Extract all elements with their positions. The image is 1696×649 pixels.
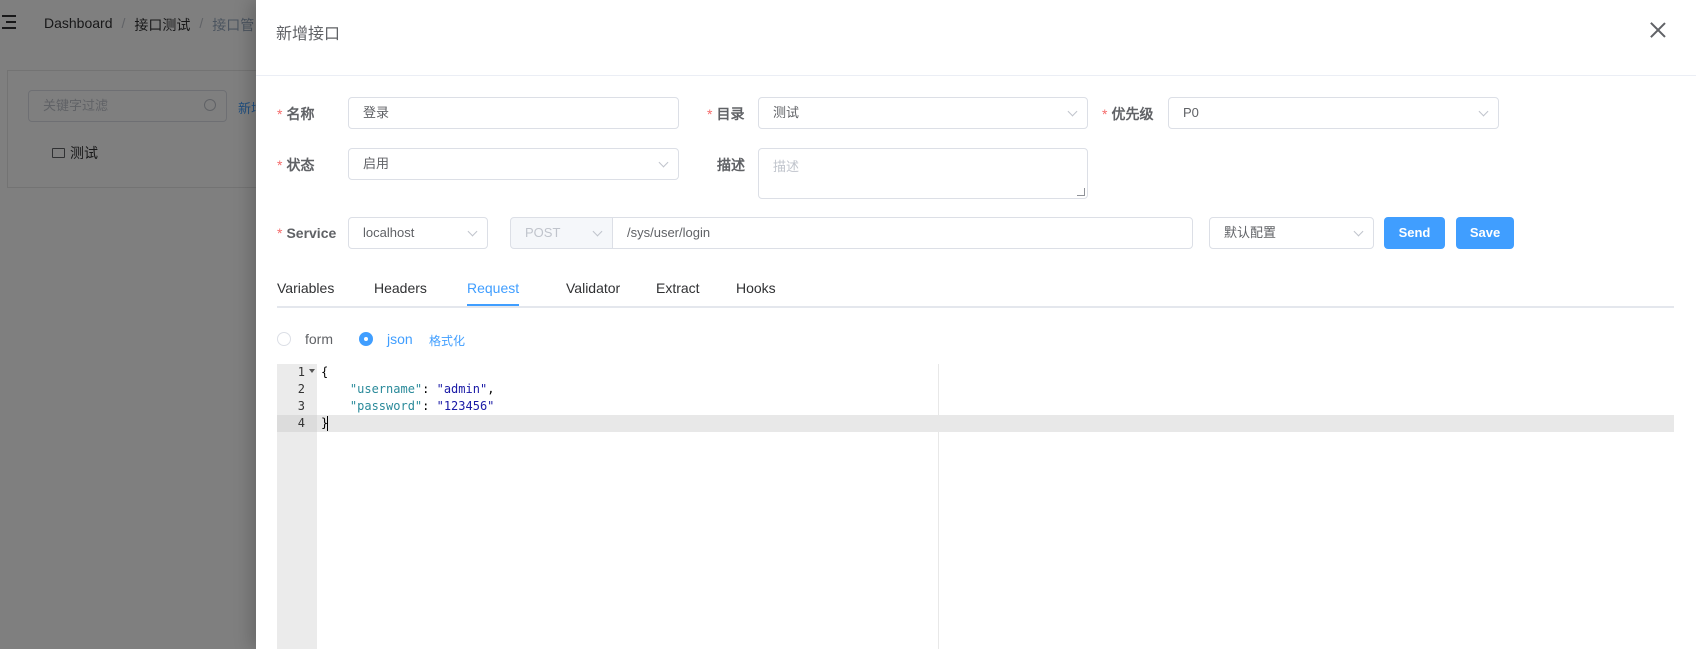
radio-icon bbox=[277, 332, 291, 346]
line-number: 4 bbox=[297, 416, 305, 430]
add-api-drawer: 新增接口 * 名称 登录 * 目录 测试 * 优先级 P0 * 状态 启用 描述 描述 … bbox=[256, 0, 1696, 649]
status-select[interactable]: 启用 bbox=[348, 148, 679, 180]
tab-bar: Variables Headers Request Validator Extr… bbox=[277, 270, 1674, 308]
drawer-header: 新增接口 bbox=[256, 0, 1696, 76]
tab-validator[interactable]: Validator bbox=[566, 280, 620, 296]
active-tab-indicator bbox=[467, 304, 519, 306]
line-number: 3 bbox=[297, 399, 305, 413]
directory-select[interactable]: 测试 bbox=[758, 97, 1088, 129]
text-cursor bbox=[327, 416, 328, 431]
code-line-2: "username": "admin", bbox=[349, 382, 495, 396]
line-number: 2 bbox=[297, 382, 305, 396]
service-select[interactable]: localhost bbox=[348, 217, 488, 249]
tab-variables[interactable]: Variables bbox=[277, 280, 334, 296]
body-type-form-radio[interactable]: form bbox=[277, 331, 333, 347]
send-button[interactable]: Send bbox=[1384, 217, 1445, 249]
radio-checked-icon bbox=[359, 332, 373, 346]
priority-select[interactable]: P0 bbox=[1168, 97, 1499, 129]
fold-arrow-icon[interactable] bbox=[309, 369, 315, 373]
code-line-1: { bbox=[321, 365, 329, 379]
chevron-down-icon bbox=[1478, 106, 1489, 117]
tab-headers[interactable]: Headers bbox=[374, 280, 427, 296]
line-number: 1 bbox=[297, 365, 305, 379]
chevron-down-icon bbox=[1067, 106, 1078, 117]
service-label: * Service bbox=[277, 225, 337, 241]
body-type-json-radio[interactable]: json bbox=[359, 331, 413, 347]
code-line-3: "password": "123456" bbox=[349, 399, 495, 413]
name-input[interactable]: 登录 bbox=[348, 97, 679, 129]
chevron-down-icon bbox=[658, 157, 669, 168]
save-button[interactable]: Save bbox=[1456, 217, 1514, 249]
chevron-down-icon bbox=[467, 226, 478, 237]
format-json-button[interactable]: 格式化 bbox=[429, 332, 465, 349]
tab-hooks[interactable]: Hooks bbox=[736, 280, 776, 296]
url-input[interactable]: /sys/user/login bbox=[612, 217, 1193, 249]
json-code-editor[interactable]: 1 2 3 4 { "username": "admin", "password… bbox=[277, 364, 1674, 649]
name-label: * 名称 bbox=[277, 106, 315, 122]
drawer-title: 新增接口 bbox=[276, 26, 341, 43]
config-select[interactable]: 默认配置 bbox=[1209, 217, 1374, 249]
resize-handle-icon[interactable] bbox=[1077, 188, 1085, 196]
print-margin bbox=[938, 364, 939, 649]
chevron-down-icon bbox=[592, 226, 603, 237]
tab-request[interactable]: Request bbox=[467, 280, 519, 296]
directory-label: * 目录 bbox=[707, 106, 745, 122]
status-label: * 状态 bbox=[277, 157, 315, 173]
close-icon[interactable] bbox=[1650, 22, 1666, 38]
method-select: POST bbox=[510, 217, 613, 249]
active-line-highlight bbox=[277, 415, 1674, 432]
description-label: 描述 bbox=[717, 157, 745, 173]
tab-extract[interactable]: Extract bbox=[656, 280, 700, 296]
chevron-down-icon bbox=[1353, 226, 1364, 237]
priority-label: * 优先级 bbox=[1102, 106, 1154, 122]
description-textarea[interactable]: 描述 bbox=[758, 148, 1088, 199]
